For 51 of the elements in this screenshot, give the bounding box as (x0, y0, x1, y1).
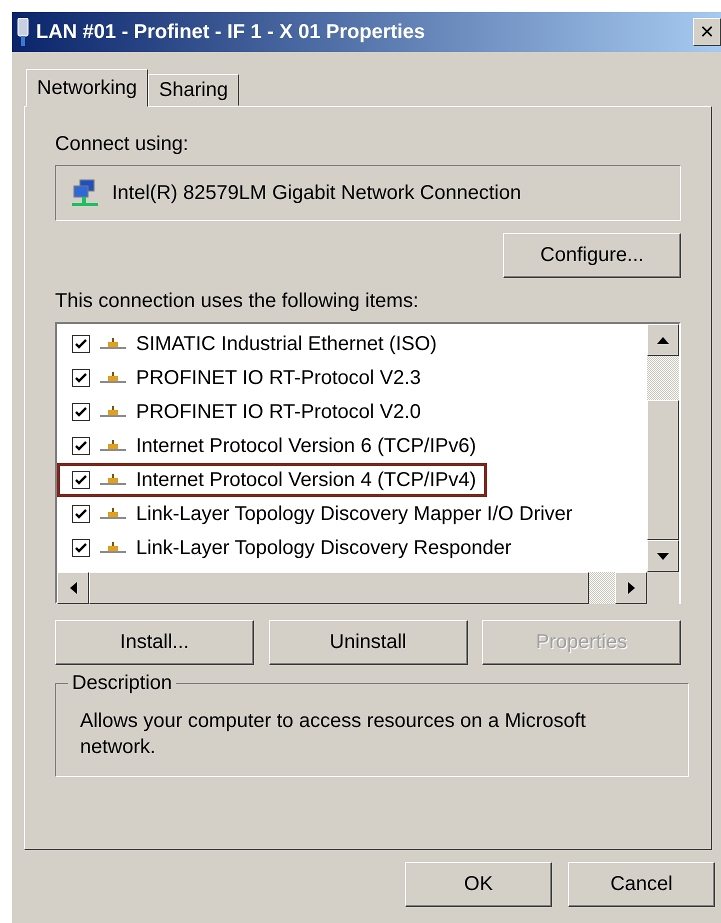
adapter-name: Intel(R) 82579LM Gigabit Network Connection (112, 182, 522, 204)
close-button[interactable]: ✕ (693, 18, 721, 46)
highlight-frame[interactable]: Internet Protocol Version 4 (TCP/IPv4) (57, 463, 488, 497)
uninstall-button[interactable]: Uninstall (268, 620, 468, 665)
list-row[interactable]: Link-Layer Topology Discovery Responder (57, 531, 514, 565)
list-row[interactable]: SIMATIC Industrial Ethernet (ISO) (57, 327, 440, 361)
item-label[interactable]: Link-Layer Topology Discovery Responder (136, 536, 512, 560)
description-title: Description (68, 672, 176, 695)
scrollbar-corner (647, 572, 679, 604)
window-title: LAN #01 - Profinet - IF 1 - X 01 Properties (36, 20, 426, 44)
list-row[interactable]: PROFINET IO RT-Protocol V2.3 (57, 361, 424, 395)
list-row[interactable]: PROFINET IO RT-Protocol V2.0 (57, 395, 424, 429)
protocol-icon (100, 541, 126, 555)
list-row[interactable]: Link-Layer Topology Discovery Mapper I/O Driver (57, 497, 576, 531)
items-label: This connection uses the following items: (55, 288, 420, 314)
item-label[interactable]: Internet Protocol Version 6 (TCP/IPv6) (136, 434, 476, 458)
item-label[interactable]: Link-Layer Topology Discovery Mapper I/O Driver (136, 502, 572, 526)
protocol-icon (100, 371, 126, 385)
ok-button[interactable]: OK (405, 862, 552, 907)
checkbox[interactable] (72, 403, 90, 421)
tab[interactable]: Sharing (148, 74, 239, 106)
item-label[interactable]: PROFINET IO RT-Protocol V2.0 (136, 400, 421, 424)
checkbox[interactable] (72, 335, 90, 353)
checkbox[interactable] (72, 437, 90, 455)
horizontal-scrollbar[interactable] (57, 572, 647, 604)
up-arrow-icon[interactable] (657, 336, 669, 344)
item-label[interactable]: Internet Protocol Version 4 (TCP/IPv4) (136, 468, 476, 492)
checkbox[interactable] (72, 369, 90, 387)
protocol-icon (100, 439, 126, 453)
description-text: Allows your computer to access resources on a Microsoft network. (80, 709, 587, 760)
down-arrow-icon[interactable] (657, 552, 669, 560)
checkbox[interactable] (72, 505, 90, 523)
protocol-icon (100, 473, 126, 487)
list-row[interactable]: Internet Protocol Version 6 (TCP/IPv6) (57, 429, 480, 463)
install-button[interactable]: Install... (55, 620, 254, 665)
network-cable-icon (16, 18, 30, 46)
left-arrow-icon[interactable] (70, 582, 76, 594)
protocol-icon (100, 507, 126, 521)
network-computers-icon (70, 178, 100, 208)
vertical-scrollbar[interactable] (647, 324, 679, 572)
item-label[interactable]: PROFINET IO RT-Protocol V2.3 (136, 366, 421, 390)
tab[interactable]: Networking (26, 69, 148, 107)
cancel-button[interactable]: Cancel (568, 862, 715, 907)
connect-using-label: Connect using: (55, 132, 190, 156)
item-label[interactable]: SIMATIC Industrial Ethernet (ISO) (136, 332, 437, 356)
protocol-icon (100, 405, 126, 419)
configure-button[interactable]: Configure... (503, 233, 681, 278)
right-arrow-icon[interactable] (628, 582, 634, 594)
checkbox[interactable] (72, 539, 90, 557)
protocol-icon (100, 337, 126, 351)
checkbox[interactable] (72, 471, 90, 489)
